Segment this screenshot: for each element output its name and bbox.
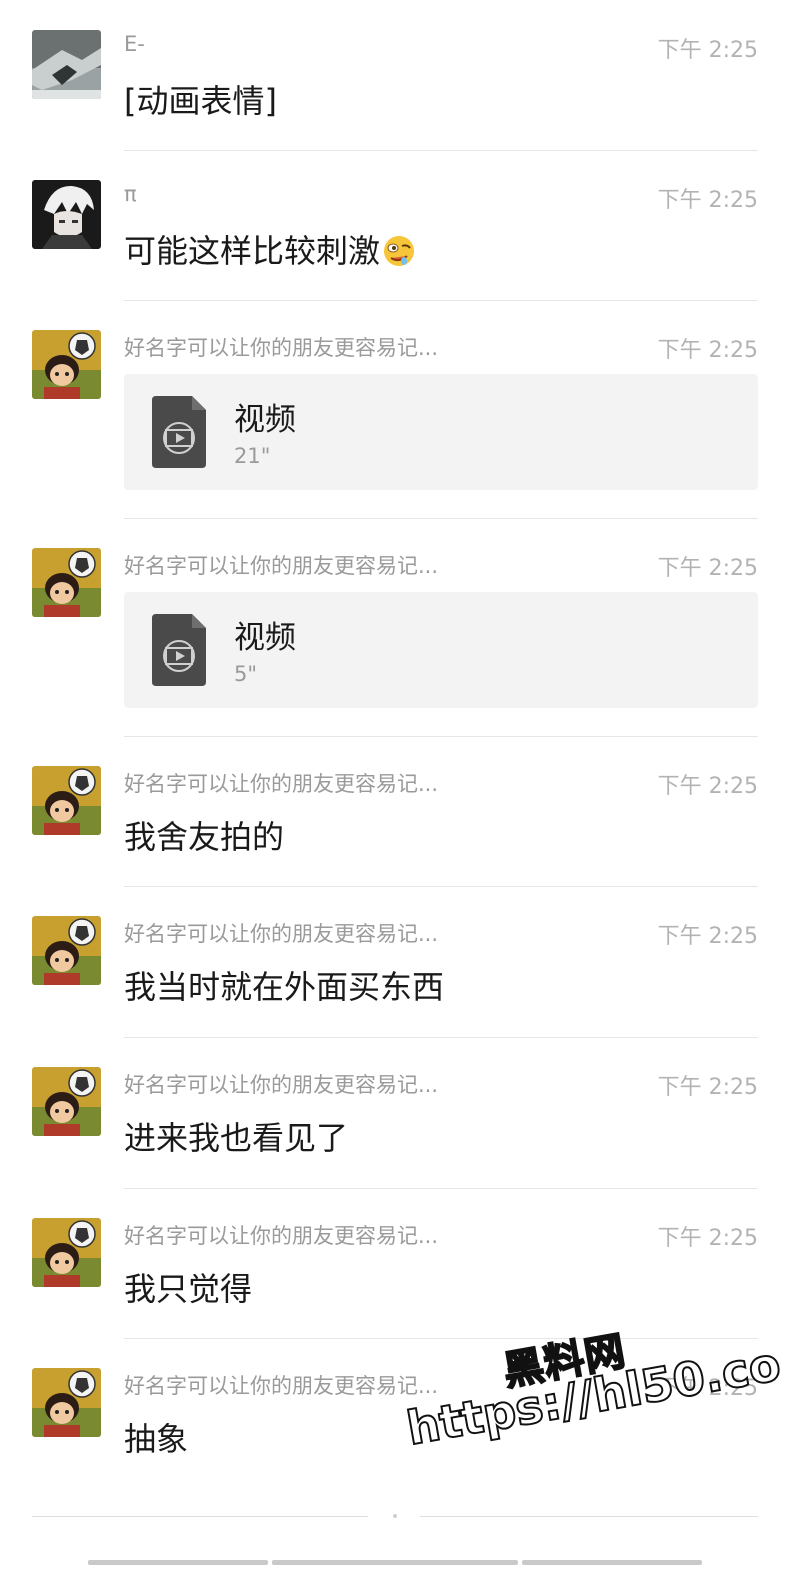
- bottom-scroll-indicator: [522, 1560, 702, 1565]
- video-file-icon: [152, 396, 206, 468]
- message-time: 下午 2:25: [657, 1226, 758, 1251]
- message-text: 抽象: [124, 1420, 189, 1458]
- avatar[interactable]: [32, 916, 101, 985]
- avatar[interactable]: [32, 548, 101, 617]
- video-duration: 5": [234, 662, 258, 686]
- message-time: 下午 2:25: [657, 924, 758, 949]
- video-file-card[interactable]: 视频 5": [124, 592, 758, 708]
- chat-history: E- 下午 2:25 [动画表情] π 下午 2:25 可能这样比较刺激 好名字…: [0, 0, 799, 1590]
- divider: [124, 886, 758, 887]
- message-time: 下午 2:25: [657, 556, 758, 581]
- divider: [124, 736, 758, 737]
- bottom-divider-left: [32, 1516, 368, 1517]
- sender-name: 好名字可以让你的朋友更容易记...: [124, 922, 439, 946]
- sender-name: 好名字可以让你的朋友更容易记...: [124, 1224, 439, 1248]
- message-time: 下午 2:25: [657, 38, 758, 63]
- bottom-scroll-indicator: [88, 1560, 268, 1565]
- video-title: 视频: [234, 402, 296, 438]
- sender-name: 好名字可以让你的朋友更容易记...: [124, 554, 439, 578]
- bottom-scroll-indicator: [272, 1560, 518, 1565]
- avatar[interactable]: [32, 1218, 101, 1287]
- sender-name: 好名字可以让你的朋友更容易记...: [124, 336, 439, 360]
- message-time: 下午 2:25: [657, 188, 758, 213]
- divider: [124, 300, 758, 301]
- divider: [124, 518, 758, 519]
- message-text: 我只觉得: [124, 1270, 253, 1308]
- bottom-divider-dot: [393, 1514, 397, 1518]
- message-text-content: 可能这样比较刺激: [124, 232, 381, 270]
- video-title: 视频: [234, 620, 296, 656]
- divider: [124, 1188, 758, 1189]
- watermark-site-name: 黑料网: [499, 1327, 630, 1396]
- message-time: 下午 2:25: [657, 774, 758, 799]
- message-text: 我当时就在外面买东西: [124, 968, 445, 1006]
- video-file-icon: [152, 614, 206, 686]
- message-time: 下午 2:25: [657, 338, 758, 363]
- avatar[interactable]: [32, 180, 101, 249]
- video-file-card[interactable]: 视频 21": [124, 374, 758, 490]
- sender-name: π: [124, 182, 137, 206]
- message-text: 进来我也看见了: [124, 1119, 349, 1157]
- video-duration: 21": [234, 444, 271, 468]
- divider: [124, 1338, 758, 1339]
- sender-name: 好名字可以让你的朋友更容易记...: [124, 1073, 439, 1097]
- drooling-face-emoji: [382, 234, 416, 276]
- avatar[interactable]: [32, 1067, 101, 1136]
- message-text: [动画表情]: [124, 82, 277, 120]
- message-time: 下午 2:25: [657, 1376, 758, 1401]
- divider: [124, 1037, 758, 1038]
- bottom-divider-right: [420, 1516, 758, 1517]
- avatar[interactable]: [32, 30, 101, 99]
- sender-name: 好名字可以让你的朋友更容易记...: [124, 772, 439, 796]
- avatar[interactable]: [32, 330, 101, 399]
- avatar[interactable]: [32, 766, 101, 835]
- avatar[interactable]: [32, 1368, 101, 1437]
- sender-name: E-: [124, 32, 145, 56]
- message-time: 下午 2:25: [657, 1075, 758, 1100]
- divider: [124, 150, 758, 151]
- sender-name: 好名字可以让你的朋友更容易记...: [124, 1374, 439, 1398]
- message-text: 可能这样比较刺激: [124, 226, 416, 276]
- message-text: 我舍友拍的: [124, 818, 285, 856]
